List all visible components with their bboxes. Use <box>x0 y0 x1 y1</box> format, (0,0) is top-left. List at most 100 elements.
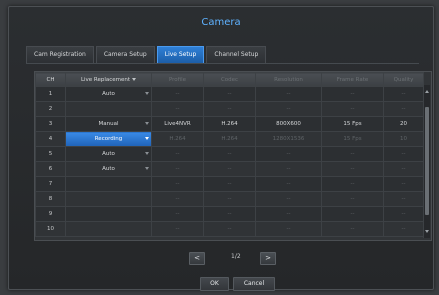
cell-codec: -- <box>203 191 256 207</box>
cell-frame-rate: 15 Fps <box>321 116 384 132</box>
cell-profile: -- <box>151 146 204 162</box>
table-row: 7 -- -- -- -- -- <box>35 176 424 192</box>
cell-frame-rate: -- <box>321 86 384 102</box>
replacement-value: Auto <box>102 166 115 172</box>
cancel-button[interactable]: Cancel <box>233 277 275 291</box>
cell-profile: Live4NVR <box>151 116 204 132</box>
header-live-replacement[interactable]: Live Replacement <box>65 72 152 87</box>
cell-codec: -- <box>203 161 256 177</box>
scrollbar-thumb[interactable] <box>425 107 429 215</box>
cell-resolution: -- <box>255 161 322 177</box>
cell-frame-rate: -- <box>321 101 384 117</box>
chevron-down-icon <box>145 122 149 125</box>
table-row: 3 Manual Live4NVR H.264 800X600 15 Fps 2… <box>35 116 424 132</box>
chevron-down-icon <box>132 77 137 81</box>
replacement-cell <box>65 221 152 237</box>
tab-cam-registration[interactable]: Cam Registration <box>26 46 94 64</box>
page-indicator: 1/2 <box>231 253 241 260</box>
ok-button[interactable]: OK <box>200 277 229 291</box>
table-row: 5 Auto -- -- -- -- -- <box>35 146 424 162</box>
chevron-down-icon <box>145 152 149 155</box>
cell-resolution: 1280X1536 <box>255 131 322 147</box>
cell-resolution: -- <box>255 176 322 192</box>
pagination: < 1/2 > <box>9 252 433 265</box>
cell-resolution: -- <box>255 191 322 207</box>
cell-ch: 3 <box>35 116 66 132</box>
table-row: 2 -- -- -- -- -- <box>35 101 424 117</box>
cell-profile: -- <box>151 206 204 222</box>
next-page-button[interactable]: > <box>260 252 276 265</box>
header-quality: Quality <box>383 72 424 87</box>
prev-page-button[interactable]: < <box>189 252 205 265</box>
cell-profile: -- <box>151 176 204 192</box>
cell-ch: 2 <box>35 101 66 117</box>
table-scrollbar[interactable] <box>423 85 430 238</box>
replacement-value: Auto <box>102 151 115 157</box>
scroll-down-icon[interactable] <box>425 230 429 233</box>
replacement-cell <box>65 101 152 117</box>
cell-codec: -- <box>203 206 256 222</box>
cell-frame-rate: -- <box>321 191 384 207</box>
replacement-value: Manual <box>98 121 119 127</box>
tab-divider <box>26 63 419 64</box>
chevron-down-icon <box>145 137 149 140</box>
cell-ch: 9 <box>35 206 66 222</box>
cell-codec: -- <box>203 101 256 117</box>
cell-profile: -- <box>151 191 204 207</box>
cell-quality: -- <box>383 146 424 162</box>
replacement-cell <box>65 176 152 192</box>
cell-codec: -- <box>203 146 256 162</box>
table-row: 1 Auto -- -- -- -- -- <box>35 86 424 102</box>
cell-resolution: -- <box>255 86 322 102</box>
cell-quality: -- <box>383 176 424 192</box>
replacement-dropdown[interactable]: Auto <box>65 146 152 162</box>
cell-quality: -- <box>383 221 424 237</box>
scroll-up-icon[interactable] <box>425 90 429 93</box>
header-profile: Profile <box>151 72 204 87</box>
tab-bar: Cam Registration Camera Setup Live Setup… <box>26 46 267 64</box>
replacement-dropdown[interactable]: Auto <box>65 86 152 102</box>
table-header-row: CH Live Replacement Profile Codec Resolu… <box>35 72 424 87</box>
cell-quality: 10 <box>383 131 424 147</box>
chevron-down-icon <box>145 167 149 170</box>
replacement-dropdown[interactable]: Manual <box>65 116 152 132</box>
live-setup-table: CH Live Replacement Profile Codec Resolu… <box>34 71 432 241</box>
cell-profile: -- <box>151 161 204 177</box>
cell-ch: 10 <box>35 221 66 237</box>
table-row: 10 -- -- -- -- -- <box>35 221 424 237</box>
cell-codec: -- <box>203 86 256 102</box>
cell-ch: 6 <box>35 161 66 177</box>
chevron-down-icon <box>145 92 149 95</box>
cell-profile: -- <box>151 221 204 237</box>
cell-codec: H.264 <box>203 131 256 147</box>
header-resolution: Resolution <box>255 72 322 87</box>
cell-profile: -- <box>151 86 204 102</box>
cell-resolution: -- <box>255 146 322 162</box>
cell-profile: -- <box>151 101 204 117</box>
tab-live-setup[interactable]: Live Setup <box>156 46 205 64</box>
cell-quality: 20 <box>383 116 424 132</box>
cell-resolution: -- <box>255 101 322 117</box>
camera-dialog: Camera Cam Registration Camera Setup Liv… <box>8 6 434 291</box>
replacement-value: Recording <box>94 136 123 142</box>
replacement-value: Auto <box>102 91 115 97</box>
replacement-dropdown-selected[interactable]: Recording <box>65 131 152 147</box>
tab-camera-setup[interactable]: Camera Setup <box>95 46 155 64</box>
header-codec: Codec <box>203 72 256 87</box>
header-ch: CH <box>35 72 66 87</box>
dialog-title: Camera <box>201 17 241 28</box>
cell-frame-rate: -- <box>321 176 384 192</box>
cell-frame-rate: -- <box>321 146 384 162</box>
table-row: 6 Auto -- -- -- -- -- <box>35 161 424 177</box>
cell-codec: -- <box>203 176 256 192</box>
cell-codec: H.264 <box>203 116 256 132</box>
cell-quality: -- <box>383 191 424 207</box>
cell-ch: 7 <box>35 176 66 192</box>
cell-resolution: -- <box>255 221 322 237</box>
replacement-dropdown[interactable]: Auto <box>65 161 152 177</box>
cell-ch: 1 <box>35 86 66 102</box>
cell-codec: -- <box>203 221 256 237</box>
header-frame-rate: Frame Rate <box>321 72 384 87</box>
cell-frame-rate: -- <box>321 221 384 237</box>
tab-channel-setup[interactable]: Channel Setup <box>206 46 267 64</box>
